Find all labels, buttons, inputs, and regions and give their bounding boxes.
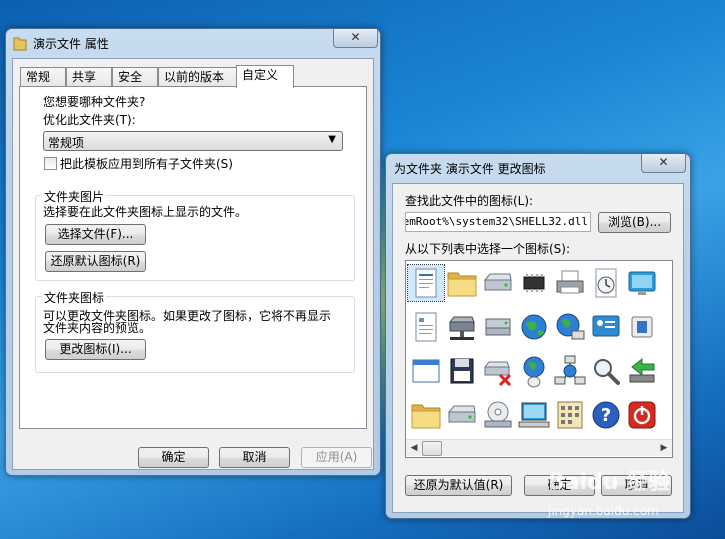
tab-general[interactable]: 常规	[20, 67, 66, 87]
restore-default-button[interactable]: 还原为默认值(R)	[405, 475, 512, 496]
drive-icon[interactable]	[444, 397, 480, 433]
tab-label: 以前的版本	[164, 70, 225, 84]
clock-icon[interactable]	[588, 265, 624, 301]
watermark-logo: Baidu 经验	[548, 470, 671, 495]
customize-panel: 您想要哪种文件夹? 优化此文件夹(T): 常规项 ▼ 把此模板应用到所有子文件夹…	[19, 86, 367, 429]
cd-drive-icon[interactable]	[480, 397, 516, 433]
document-icon[interactable]	[407, 264, 445, 302]
ok-button[interactable]: 确定	[138, 447, 209, 468]
disconnected-drive-icon[interactable]	[480, 353, 516, 389]
printer-icon[interactable]	[552, 265, 588, 301]
optimize-label: 优化此文件夹(T):	[43, 113, 136, 127]
control-panel-icon[interactable]	[588, 309, 624, 345]
change-icon-title: 为文件夹 演示文件 更改图标	[394, 162, 546, 176]
tab-sharing[interactable]: 共享	[66, 67, 112, 87]
cancel-button[interactable]: 取消	[219, 447, 290, 468]
tab-label: 共享	[72, 70, 97, 84]
icon-list-label: 从以下列表中选择一个图标(S):	[405, 242, 571, 256]
chevron-down-icon: ▼	[328, 134, 336, 145]
change-icon-titlebar[interactable]: 为文件夹 演示文件 更改图标 ✕	[386, 154, 690, 182]
horizontal-scrollbar[interactable]: ◀ ▶	[406, 439, 672, 456]
folder-type-heading: 您想要哪种文件夹?	[43, 95, 146, 109]
network-icon[interactable]	[552, 353, 588, 389]
apply-subfolders-label: 把此模板应用到所有子文件夹(S)	[60, 157, 233, 171]
optimize-value: 常规项	[48, 136, 85, 150]
choose-file-button[interactable]: 选择文件(F)...	[45, 224, 146, 245]
folder-icon	[13, 35, 27, 54]
tab-security[interactable]: 安全	[112, 67, 158, 87]
properties-titlebar[interactable]: 演示文件 属性 ✕	[6, 29, 380, 57]
folder-icon[interactable]	[444, 265, 480, 301]
computer-icon[interactable]	[516, 397, 552, 433]
server-icon[interactable]	[480, 309, 516, 345]
chip-icon[interactable]	[516, 265, 552, 301]
close-icon: ✕	[658, 155, 669, 169]
folder-icon[interactable]	[408, 397, 444, 433]
tab-customize[interactable]: 自定义	[236, 65, 294, 88]
floppy-icon[interactable]	[444, 353, 480, 389]
folder-icon-desc-2: 文件夹内容的预览。	[43, 321, 152, 335]
close-button[interactable]: ✕	[333, 29, 378, 48]
browse-button[interactable]: 浏览(B)...	[598, 212, 671, 233]
optimize-select[interactable]: 常规项 ▼	[43, 131, 343, 151]
properties-body: 常规 共享 安全 以前的版本 自定义 您想要哪种文件夹? 优化此文件夹(T): …	[12, 58, 374, 470]
monitor-icon[interactable]	[624, 265, 660, 301]
find-icons-label: 查找此文件中的图标(L):	[405, 194, 534, 208]
restore-default-icon-button[interactable]: 还原默认图标(R)	[45, 251, 146, 272]
help-icon[interactable]: ?	[588, 397, 624, 433]
apply-subfolders-checkbox[interactable]	[44, 157, 57, 170]
power-icon[interactable]	[624, 397, 660, 433]
globe-mouse-icon[interactable]	[516, 353, 552, 389]
search-icon[interactable]	[588, 353, 624, 389]
drive-icon[interactable]	[480, 265, 516, 301]
folder-icon-label: 文件夹图标	[42, 289, 107, 306]
window-icon[interactable]	[408, 353, 444, 389]
tab-label: 自定义	[242, 68, 279, 82]
svg-text:?: ?	[601, 405, 611, 426]
apply-button[interactable]: 应用(A)	[301, 447, 372, 468]
scrollbar-thumb[interactable]	[422, 441, 442, 456]
network-globe-icon[interactable]	[552, 309, 588, 345]
watermark-url: jingyan.baidu.com	[548, 504, 659, 518]
tab-previous-versions[interactable]: 以前的版本	[158, 67, 240, 87]
close-button[interactable]: ✕	[641, 154, 686, 173]
close-icon: ✕	[350, 30, 361, 44]
properties-title: 演示文件 属性	[33, 37, 109, 51]
arrow-icon[interactable]	[624, 353, 660, 389]
text-file-icon[interactable]	[408, 309, 444, 345]
grid-icon[interactable]	[552, 397, 588, 433]
globe-icon[interactable]	[516, 309, 552, 345]
icon-list[interactable]: ◀ ▶ ?	[405, 260, 673, 458]
tab-label: 安全	[118, 70, 143, 84]
properties-window: 演示文件 属性 ✕ 常规 共享 安全 以前的版本 自定义 您想要哪种文件夹? 优…	[5, 28, 381, 476]
change-icon-button[interactable]: 更改图标(I)...	[45, 339, 146, 360]
icon-path-value: %SystemRoot%\system32\SHELL32.dll	[406, 215, 588, 228]
shield-icon[interactable]	[624, 309, 660, 345]
network-drive-icon[interactable]	[444, 309, 480, 345]
scroll-left-icon[interactable]: ◀	[406, 440, 422, 456]
folder-pictures-desc: 选择要在此文件夹图标上显示的文件。	[43, 205, 248, 219]
tab-label: 常规	[26, 70, 51, 84]
icon-path-input[interactable]: %SystemRoot%\system32\SHELL32.dll	[405, 212, 591, 232]
scroll-right-icon[interactable]: ▶	[656, 440, 672, 456]
